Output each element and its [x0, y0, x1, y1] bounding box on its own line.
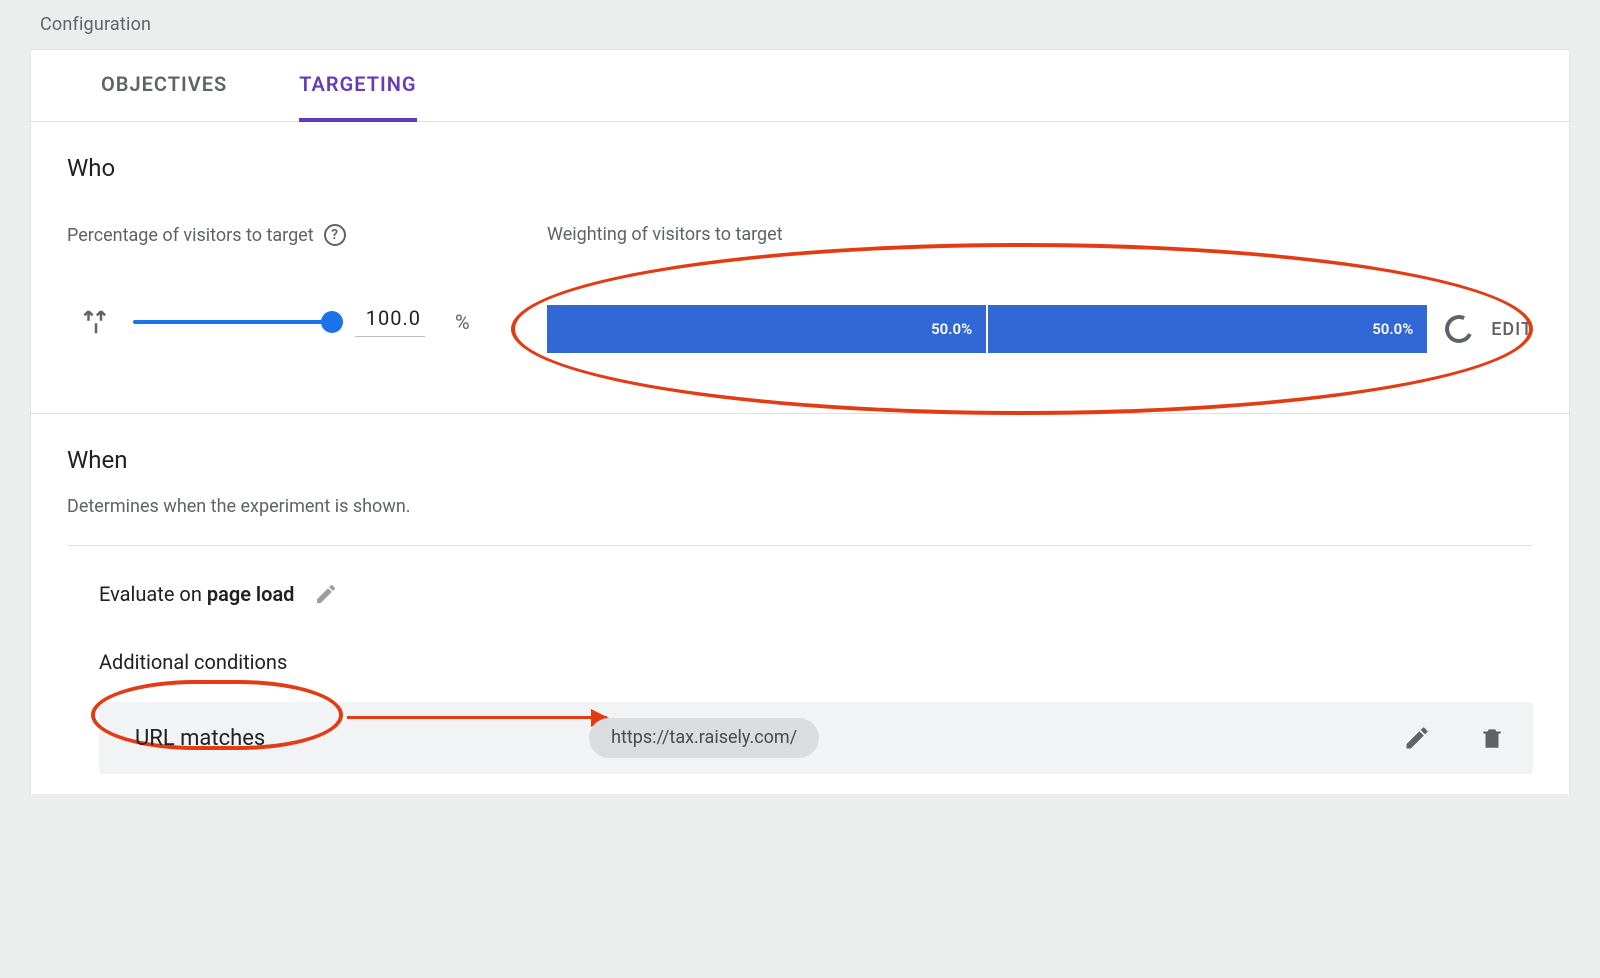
config-card: OBJECTIVES TARGETING Who Percentage of v…	[30, 49, 1570, 794]
condition-row[interactable]: URL matches https://tax.raisely.com/	[99, 702, 1533, 774]
percent-symbol: %	[455, 310, 470, 334]
weighting-segment-1: 50.0%	[986, 305, 1427, 353]
when-heading: When	[67, 446, 1533, 474]
evaluate-value: page load	[207, 582, 295, 606]
annotation-arrow	[347, 716, 607, 719]
evaluate-row: Evaluate on page load	[67, 582, 1533, 606]
edit-evaluate-button[interactable]	[314, 582, 338, 606]
weighting-label: Weighting of visitors to target	[547, 224, 783, 245]
page-title: Configuration	[30, 0, 1570, 49]
slider-knob[interactable]	[321, 311, 343, 333]
weighting-bar[interactable]: 50.0% 50.0%	[547, 305, 1427, 353]
percentage-label: Percentage of visitors to target	[67, 225, 314, 246]
delete-condition-button[interactable]	[1479, 723, 1505, 753]
tab-targeting[interactable]: TARGETING	[299, 50, 416, 122]
section-when: When Determines when the experiment is s…	[31, 414, 1569, 794]
visitor-percentage-value[interactable]: 100.0	[355, 306, 425, 337]
weighting-segment-0: 50.0%	[547, 305, 986, 353]
tabs: OBJECTIVES TARGETING	[31, 50, 1569, 122]
edit-weighting-button[interactable]: EDIT	[1491, 319, 1533, 340]
condition-url-pill: https://tax.raisely.com/	[589, 718, 819, 758]
split-icon	[81, 307, 111, 337]
additional-conditions-label: Additional conditions	[67, 650, 1533, 674]
section-who: Who Percentage of visitors to target ?	[31, 122, 1569, 414]
help-icon[interactable]: ?	[324, 224, 346, 246]
evaluate-prefix: Evaluate on	[99, 582, 207, 606]
visitor-percentage-slider[interactable]	[133, 320, 333, 324]
donut-icon	[1441, 311, 1477, 347]
tab-objectives[interactable]: OBJECTIVES	[101, 50, 227, 122]
divider	[67, 545, 1533, 546]
who-heading: Who	[67, 154, 1533, 182]
when-description: Determines when the experiment is shown.	[67, 496, 1533, 517]
condition-label: URL matches	[135, 726, 265, 751]
edit-condition-button[interactable]	[1403, 724, 1431, 752]
